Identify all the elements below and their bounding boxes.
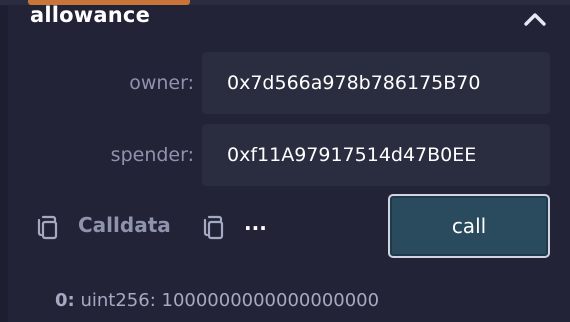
owner-input[interactable]: 0x7d566a978b786175B70 bbox=[202, 52, 550, 114]
result-value: uint256: 1000000000000000000 bbox=[80, 290, 380, 311]
spender-input[interactable]: 0xf11A97917514d47B0EE bbox=[202, 124, 550, 186]
copy-icon[interactable] bbox=[36, 214, 60, 240]
left-rail bbox=[0, 0, 8, 322]
owner-label: owner: bbox=[129, 72, 194, 94]
more-options-label[interactable]: ... bbox=[244, 211, 267, 235]
calldata-copy-label[interactable]: Calldata bbox=[78, 213, 171, 237]
call-result: 0: uint256: 1000000000000000000 bbox=[55, 290, 379, 311]
chevron-up-icon[interactable] bbox=[522, 10, 548, 28]
spender-label: spender: bbox=[110, 144, 194, 166]
call-button[interactable]: call bbox=[388, 194, 550, 258]
function-title: allowance bbox=[30, 3, 151, 27]
function-panel: allowance owner: 0x7d566a978b786175B70 s… bbox=[0, 0, 570, 322]
copy-icon[interactable] bbox=[202, 214, 226, 240]
result-index: 0: bbox=[55, 290, 75, 311]
